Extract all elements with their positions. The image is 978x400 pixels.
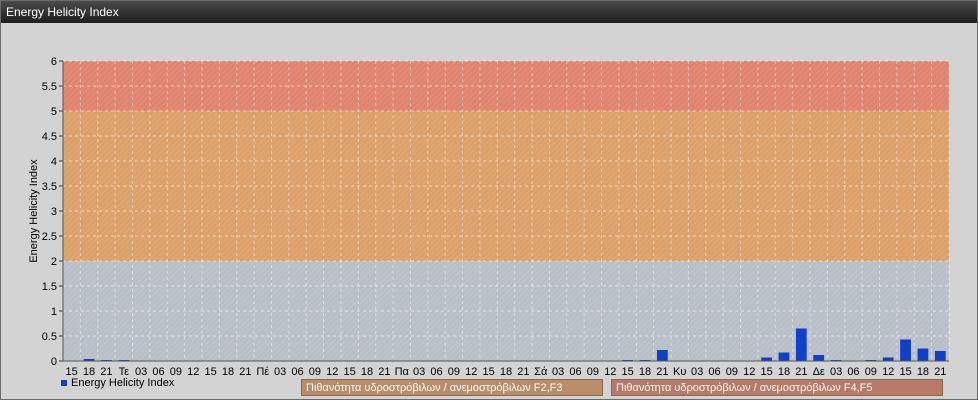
x-tick-label: 03 [413,366,425,378]
data-bar [813,355,825,361]
x-tick-label: 12 [465,366,477,378]
data-bar [761,357,772,361]
x-tick-label: 21 [656,366,668,378]
x-tick-label: 03 [830,366,842,378]
x-tick-label: 12 [326,366,338,378]
y-tick-label: 3.5 [42,181,57,193]
x-tick-label: 15 [344,366,356,378]
x-tick-label: Δε [813,366,825,378]
x-tick-label: 15 [483,366,495,378]
x-tick-label: 21 [378,366,390,378]
x-tick-label: 15 [621,366,633,378]
x-tick-label: Κυ [673,366,686,378]
x-tick-label: 03 [552,366,564,378]
chart-area: 0 0.5 1 1.5 2 2.5 3 3.5 4 4.5 5 5.5 6 15 18 21 Τε 03 06 09 1… [1,23,977,399]
data-bar [778,352,790,361]
x-tick-label: 06 [847,366,859,378]
y-tick-label: 3 [51,206,57,218]
y-tick-label: 1.5 [42,281,57,293]
energy-helicity-chart: 00.511.522.533.544.555.5615 18 21 Τε 03 06 09 1… [28,56,950,378]
x-tick-label: Πα [395,366,410,378]
x-tick-label: 03 [274,366,286,378]
x-tick-label: 12 [604,366,616,378]
band-label-f4-f5: Πιθανότητα υδροστρόβιλων / ανεμοστρόβιλω… [611,379,943,396]
band-label-f2-f3: Πιθανότητα υδροστρόβιλων / ανεμοστρόβιλω… [301,379,603,396]
x-tick-label: 18 [361,366,373,378]
legend-series-label: Energy Helicity Index [71,377,175,389]
x-tick-label: 21 [239,366,251,378]
x-tick-label: 09 [865,366,877,378]
x-tick-label: 12 [187,366,199,378]
x-tick-label: 21 [934,366,946,378]
x-tick-label: Πέ [256,366,269,378]
x-tick-label: 21 [517,366,529,378]
y-tick-label: 0 [51,356,57,368]
x-tick-label: 09 [726,366,738,378]
x-tick-label: 09 [309,366,321,378]
x-tick-label: 12 [882,366,894,378]
x-tick-label: 09 [448,366,460,378]
x-tick-label: 06 [569,366,581,378]
legend-swatch-icon [61,380,67,386]
x-tick-label: 18 [500,366,512,378]
y-tick-label: 2 [51,256,57,268]
x-tick-label: 18 [917,366,929,378]
x-tick-label: 15 [205,366,217,378]
y-tick-label: 6 [51,56,57,68]
x-tick-label: 12 [743,366,755,378]
y-axis-title: Energy Helicity Index [28,159,40,263]
data-bar [900,339,911,361]
data-bar [917,348,929,361]
y-tick-label: 5 [51,106,57,118]
chart-window: Energy Helicity Index 0 0.5 1 1.5 2 2.5 3 3.5 4 4… [0,0,978,400]
x-tick-label: 09 [587,366,599,378]
x-tick-label: 18 [222,366,234,378]
y-tick-label: 4.5 [42,131,57,143]
x-tick-label: 15 [760,366,772,378]
x-tick-label: Σά [534,366,548,378]
y-tick-label: 2.5 [42,231,57,243]
x-tick-label: 06 [430,366,442,378]
x-tick-label: 03 [691,366,703,378]
x-tick-label: 06 [291,366,303,378]
data-bar [882,357,894,361]
x-tick-label: 06 [708,366,720,378]
window-title: Energy Helicity Index [1,1,977,23]
data-bar [656,350,668,361]
x-tick-label: 15 [899,366,911,378]
legend: Energy Helicity Index [61,377,174,389]
y-tick-label: 4 [51,156,57,168]
y-tick-label: 0.5 [42,331,57,343]
data-bar [934,351,946,361]
y-tick-label: 1 [51,306,57,318]
data-bar [795,328,807,361]
x-tick-label: 18 [639,366,651,378]
y-tick-label: 5.5 [42,81,57,93]
x-tick-label: 18 [778,366,790,378]
x-tick-label: 21 [795,366,807,378]
